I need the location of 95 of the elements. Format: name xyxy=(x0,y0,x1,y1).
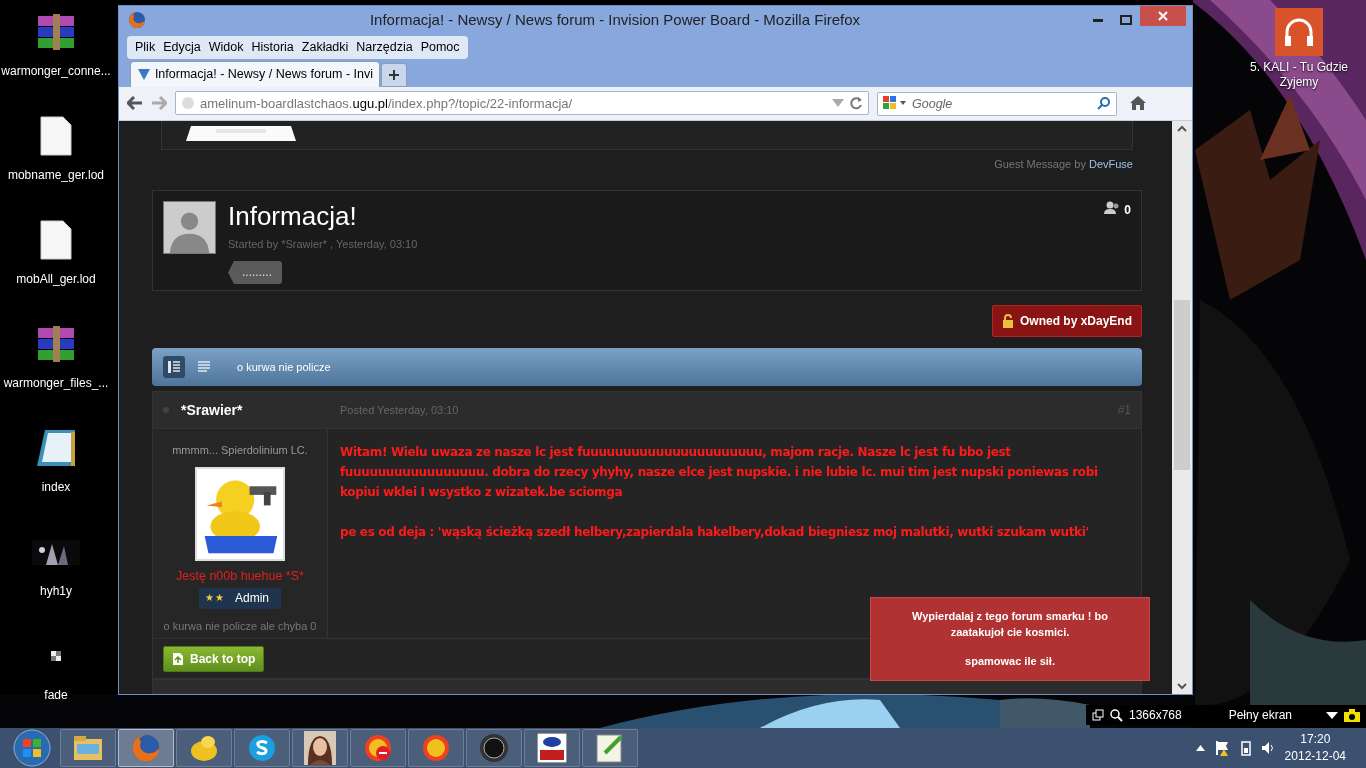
search-field[interactable]: Google xyxy=(877,92,1117,117)
checker-icon xyxy=(51,651,61,661)
file-icon xyxy=(40,220,72,260)
disc-icon xyxy=(479,733,509,763)
menu-item[interactable]: Zakładki xyxy=(297,37,353,58)
capture-mode[interactable]: Pełny ekran xyxy=(1228,706,1292,724)
desktop-icon-label[interactable]: mobAll_ger.lod xyxy=(16,270,96,288)
speaker-icon[interactable] xyxy=(1260,741,1275,755)
post-count: o kurwa nie policze ale chyba 0 xyxy=(163,618,317,634)
minimize-icon xyxy=(1093,18,1103,22)
show-hidden-icon[interactable] xyxy=(1195,745,1205,751)
view-mode-button[interactable] xyxy=(163,356,185,379)
desktop-icon-label[interactable]: mobname_ger.lod xyxy=(7,166,105,184)
engine-icon[interactable] xyxy=(882,95,898,112)
notepad-icon xyxy=(595,733,625,763)
topic-tag[interactable]: ......... xyxy=(228,260,282,284)
scrollbar[interactable] xyxy=(1172,120,1192,694)
post-date: Posted Yesterday, 03:10 xyxy=(340,403,459,418)
file-icon xyxy=(40,116,72,156)
rank-label: Admin xyxy=(234,589,269,607)
desktop-icon-label[interactable]: warmonger_files_... xyxy=(3,374,109,392)
menu-item[interactable]: Widok xyxy=(204,37,248,58)
desktop-icon-label[interactable]: warmonger_conne... xyxy=(1,62,111,80)
desktop-icon-label[interactable]: hyh1y xyxy=(40,582,72,600)
browser-tab[interactable]: Informacja! - Newsy / News forum - Invi xyxy=(130,60,380,87)
caret-icon[interactable] xyxy=(900,101,906,106)
view-bar-label: o kurwa nie policze xyxy=(237,360,331,375)
new-tab-button[interactable] xyxy=(381,62,407,87)
archive-icon xyxy=(36,12,76,52)
avatar-icon xyxy=(163,201,216,255)
eye-icon xyxy=(537,733,567,763)
topic-title: Informacja! xyxy=(228,201,358,233)
window-title: Informacja! - Newsy / News forum - Invision Power Board - Mozilla Firefox xyxy=(368,9,862,30)
flag-icon[interactable] xyxy=(1214,740,1231,756)
search-icon[interactable] xyxy=(1110,708,1123,722)
battery-icon[interactable] xyxy=(1240,740,1251,756)
close-button[interactable] xyxy=(1140,6,1186,26)
taskbar-button[interactable] xyxy=(176,729,232,767)
clock[interactable]: 17:20 2012-12-04 xyxy=(1284,730,1346,766)
home-icon[interactable] xyxy=(1129,95,1147,112)
taskbar-button[interactable] xyxy=(60,729,116,767)
archive-icon xyxy=(36,324,76,364)
status-dot xyxy=(163,407,169,414)
back-icon[interactable] xyxy=(127,96,143,111)
page-up-icon xyxy=(172,651,184,666)
menu-item[interactable]: Edycja xyxy=(159,37,205,58)
globe-icon xyxy=(131,733,161,763)
tab-favicon xyxy=(137,67,150,82)
scroll-thumb[interactable] xyxy=(1174,299,1190,470)
followers-icon xyxy=(1104,201,1121,215)
devfuse-link[interactable]: DevFuse xyxy=(1088,157,1133,170)
popup-text: Wypierdalaj z tego forum smarku ! bo zaatakujoł cie kosmici. xyxy=(911,608,1109,641)
taskbar-button[interactable] xyxy=(234,729,290,767)
windows-icon[interactable] xyxy=(1092,709,1104,721)
menu-item[interactable]: Pomoc xyxy=(416,37,464,58)
notepad-icon xyxy=(35,428,77,468)
user-group: Jestę n00b huehue *S* xyxy=(176,566,304,586)
desktop-icon-label[interactable]: index xyxy=(41,478,71,496)
sun-icon xyxy=(421,733,451,763)
desktop-icon-label[interactable]: fade xyxy=(44,686,68,704)
menu-item[interactable]: Plik xyxy=(131,37,160,58)
globe-icon xyxy=(128,11,146,29)
post-text: pe es od deja : 'wąską ścieżką szedł helbery,zapierdala hakelbery,dokad biegniesz moj malutki, wutki szukam wutki' xyxy=(340,524,1090,542)
rank-stars: ★★ xyxy=(205,591,225,605)
camera-icon[interactable] xyxy=(1344,708,1360,722)
menu-item[interactable]: Historia xyxy=(247,37,298,58)
taskbar-button[interactable] xyxy=(524,729,580,767)
close-icon xyxy=(1158,11,1168,21)
capture-size: 1366x768 xyxy=(1129,707,1182,724)
taskbar-button[interactable] xyxy=(292,729,348,767)
lock-icon xyxy=(1001,314,1014,329)
site-icon xyxy=(181,96,195,111)
caret-icon[interactable] xyxy=(1326,711,1338,719)
maximize-icon xyxy=(1120,15,1132,25)
chat-icon xyxy=(248,734,276,762)
list-icon xyxy=(198,361,210,374)
followers-count: 0 xyxy=(1124,202,1131,220)
post-author[interactable]: *Srawier* xyxy=(181,399,340,421)
blob-icon xyxy=(189,734,219,762)
guest-message-credit: Guest Message by xyxy=(994,157,1086,170)
reload-icon[interactable] xyxy=(849,96,863,111)
sun-icon xyxy=(363,733,393,763)
taskbar-button[interactable] xyxy=(408,729,464,767)
owner-button[interactable]: Owned by xDayEnd xyxy=(991,305,1142,338)
folder-icon xyxy=(73,735,103,761)
post-text: Witam! Wielu uwaza ze nasze lc jest fuuuuuuuuuuuuuuuuuuuuuu, majom racje. Nasze lc jest fu bbo jest fuuuuuuuuuuuuuuuuu. dobra do rzecy yhyhy, nasze elce jest nupskie. i nie lubie lc. mui tim jest nupski poniewas robi kopiui wklei I wsystko z wizatek.be sciomga xyxy=(340,444,1099,502)
taskbar-button[interactable] xyxy=(582,729,638,767)
user-title: mmmm... Spierdolinium LC. xyxy=(172,443,308,459)
menu-item[interactable]: Narzędzia xyxy=(352,37,417,58)
list-icon xyxy=(168,361,180,374)
topic-meta: Started by *Srawier* , Yesterday, 03:10 xyxy=(228,237,418,253)
plus-icon xyxy=(389,69,399,80)
taskbar-button[interactable] xyxy=(350,729,406,767)
popup-text: spamowac ile sił. xyxy=(964,653,1056,669)
taskbar-button[interactable] xyxy=(466,729,522,767)
